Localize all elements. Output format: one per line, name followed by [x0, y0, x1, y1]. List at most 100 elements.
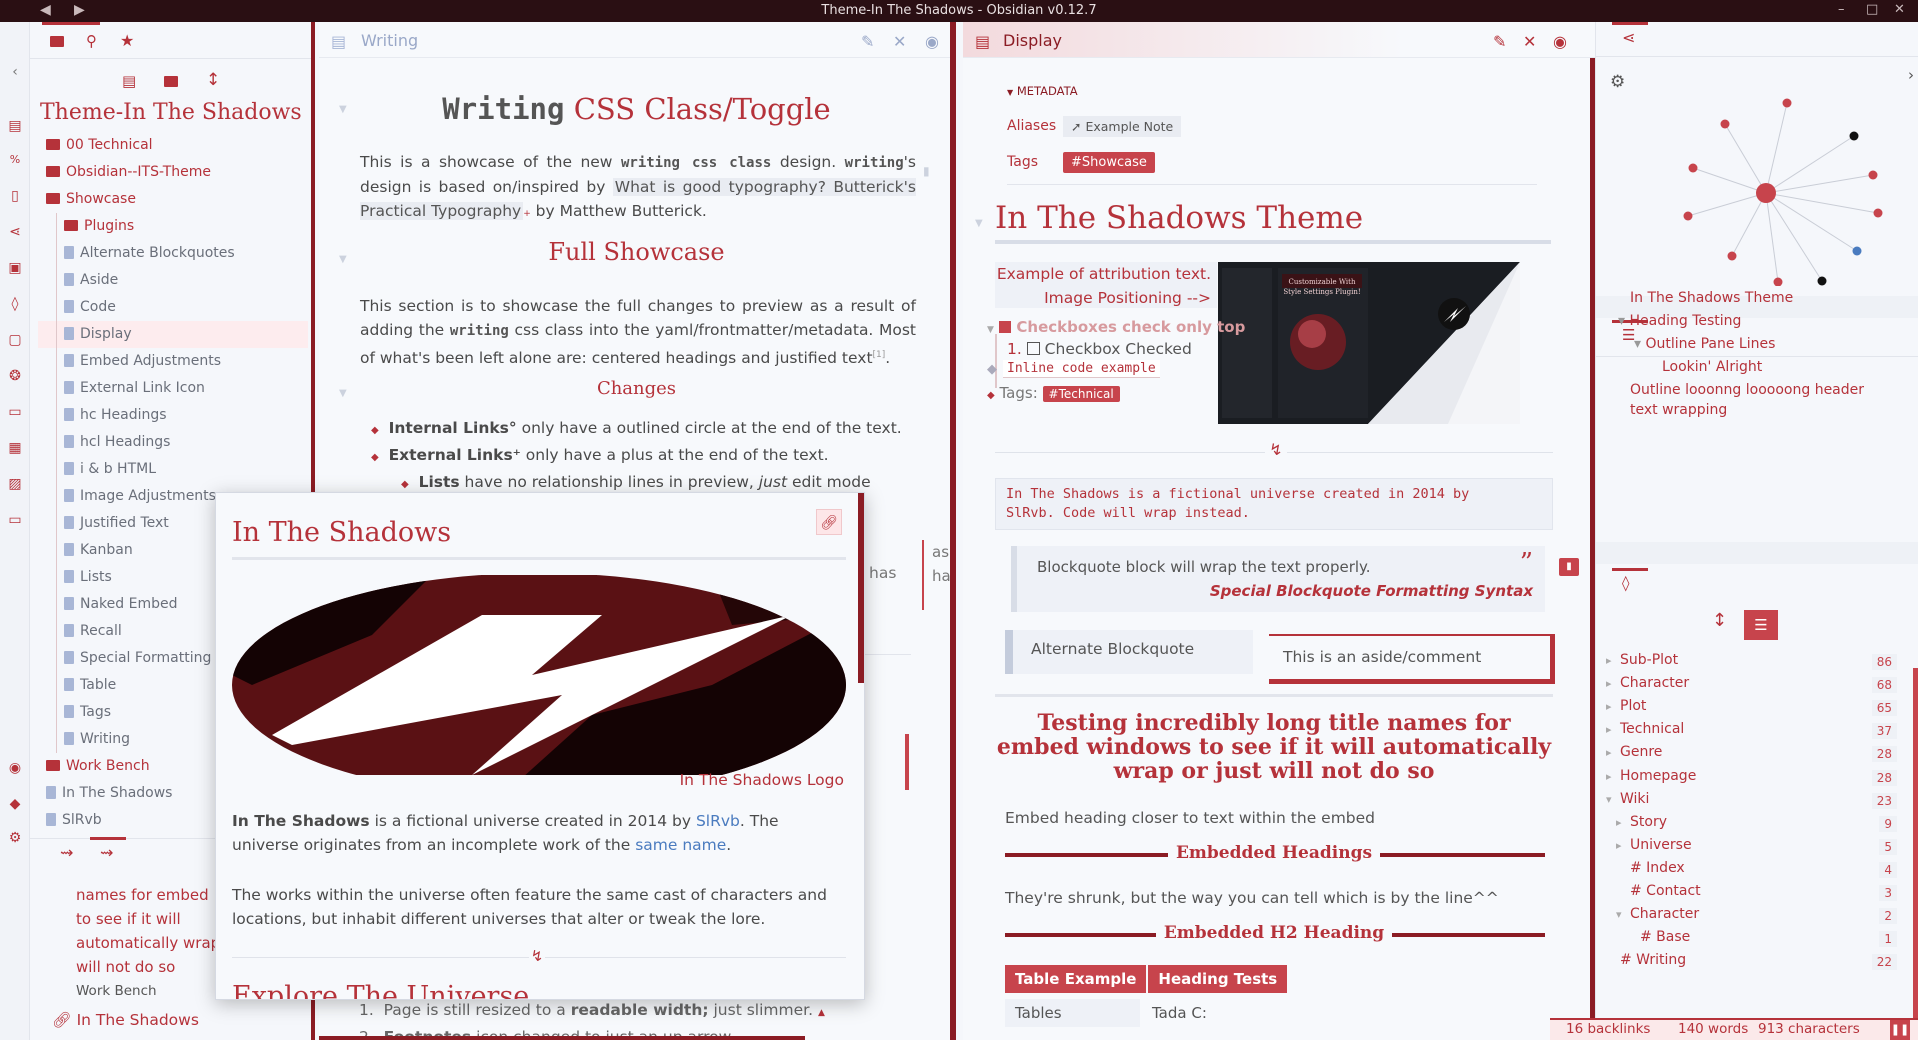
archive-icon[interactable]: ▭ [7, 512, 23, 528]
table-cell: Tada C: [1152, 1004, 1207, 1022]
new-folder-icon[interactable] [164, 76, 178, 87]
outline-item[interactable]: ▾ Outline Pane Lines [1634, 334, 1896, 354]
bullet: ◆ [987, 362, 997, 377]
layout-icon[interactable]: ▤ [7, 118, 23, 134]
tag-icon[interactable]: ◊ [7, 296, 23, 312]
tree-item[interactable]: Embed Adjustments [38, 348, 308, 375]
sort-icon[interactable]: ↕ [206, 70, 220, 90]
outline-item[interactable]: In The Shadows Theme [1630, 288, 1880, 308]
search-icon[interactable]: ⚲ [86, 32, 97, 50]
settings-icon[interactable]: ⚙ [7, 830, 23, 846]
showcase-tag[interactable]: #Showcase [1063, 152, 1155, 173]
close-icon[interactable]: ✕ [893, 32, 906, 51]
same-name-link[interactable]: same name [635, 836, 726, 854]
tag-row[interactable]: # Writing 22 [1606, 952, 1901, 974]
open-link-icon[interactable]: 🔗︎ [816, 509, 842, 535]
sort-icon[interactable]: ↕ [1712, 610, 1727, 631]
outline-item[interactable]: ▾ Heading Testing [1618, 311, 1880, 331]
fold-icon[interactable]: ▼ [339, 388, 347, 399]
tag-pane-tab-icon[interactable]: ◊ [1622, 574, 1629, 592]
tree-item[interactable]: Code [38, 294, 308, 321]
tree-view-toggle[interactable]: ☰ [1744, 610, 1778, 640]
vault-name: Theme-In The Shadows [40, 100, 302, 125]
tag-row[interactable]: ▸ Technical 37 [1606, 721, 1901, 743]
tree-item-label: Lists [80, 569, 112, 585]
checkbox-item[interactable]: 1. Checkbox Checked [1007, 340, 1192, 358]
window-title: Theme-In The Shadows - Obsidian v0.12.7 [821, 3, 1097, 18]
close-icon[interactable]: ✕ [1523, 32, 1536, 51]
tree-item[interactable]: hcl Headings [38, 429, 308, 456]
tag-row[interactable]: ▸ Genre 28 [1606, 744, 1901, 766]
percent-icon[interactable]: % [7, 152, 23, 168]
help-icon[interactable]: ◆ [7, 796, 23, 812]
vault-icon[interactable]: ◉ [7, 760, 23, 776]
tag-row[interactable]: ▸ Plot 65 [1606, 698, 1901, 720]
graph-settings-icon[interactable]: ⚙ [1610, 72, 1625, 92]
tag-count: 2 [1879, 908, 1897, 925]
tree-item[interactable]: i & b HTML [38, 456, 308, 483]
close-window-icon[interactable]: ✕ [1894, 2, 1905, 17]
pause-icon[interactable]: ❚❚ [1890, 1020, 1910, 1040]
more-icon[interactable]: ◉ [925, 32, 939, 51]
calendar-icon[interactable]: ▣ [7, 260, 23, 276]
tree-item[interactable]: Display [38, 321, 308, 348]
backlink-tab-icon[interactable]: ⇝ [60, 843, 73, 862]
tag-row[interactable]: ▸ Story 9 [1606, 814, 1901, 836]
tag-row[interactable]: ▸ Character 68 [1606, 675, 1901, 697]
tag-row[interactable]: # Contact 3 [1606, 883, 1901, 905]
comment-icon[interactable]: ▮ [923, 164, 930, 178]
outline-item[interactable]: Lookin' Alright [1662, 357, 1912, 377]
backlinks-count[interactable]: 16 backlinks [1566, 1021, 1650, 1037]
tree-item[interactable]: Alternate Blockquotes [38, 240, 308, 267]
new-note-icon[interactable]: ▤ [122, 72, 136, 90]
maximize-icon[interactable]: □ [1866, 2, 1878, 17]
more-icon[interactable]: ◉ [1553, 32, 1567, 51]
inbox-icon[interactable]: ▭ [7, 404, 23, 420]
graph-icon[interactable]: ⋖ [7, 224, 23, 240]
tag-row[interactable]: # Base 1 [1606, 929, 1901, 951]
outline-item[interactable]: Outline looonng looooong header text wra… [1630, 380, 1880, 420]
collapse-left-icon[interactable]: ‹ [7, 64, 23, 80]
tag-row[interactable]: ▾ Character 2 [1606, 906, 1901, 928]
note-icon[interactable]: ▯ [7, 188, 23, 204]
image-caption: In The Shadows Logo [679, 771, 844, 789]
grid-icon[interactable]: ▦ [7, 440, 23, 456]
edit-icon[interactable]: ✎ [1493, 32, 1506, 51]
files-tab-icon[interactable] [50, 36, 64, 47]
bottom-link[interactable]: 🔗︎ In The Shadows [52, 1011, 199, 1029]
tag-row[interactable]: ▾ Wiki 23 [1606, 791, 1901, 813]
tag-row[interactable]: ▸ Universe 5 [1606, 837, 1901, 859]
graph-view-tab-icon[interactable]: ⋖ [1622, 28, 1635, 47]
collapse-right-icon[interactable]: › [1908, 66, 1914, 84]
plugin-icon[interactable]: ❂ [7, 368, 23, 384]
tree-item[interactable]: hc Headings [38, 402, 308, 429]
inline-code: Inline code example [1003, 360, 1160, 378]
edit-icon[interactable]: ✎ [861, 32, 874, 51]
tag-row[interactable]: ▸ Sub-Plot 86 [1606, 652, 1901, 674]
lightning-divider-icon: ↯ [1265, 440, 1287, 459]
ribbon: ‹ ▤ % ▯ ⋖ ▣ ◊ ▢ ❂ ▭ ▦ ▨ ▭ ◉ ◆ ⚙ [0, 22, 30, 1040]
tree-item[interactable]: Aside [38, 267, 308, 294]
tag-row[interactable]: # Index 4 [1606, 860, 1901, 882]
tag-row[interactable]: ▸ Homepage 28 [1606, 768, 1901, 790]
tree-item[interactable]: 00 Technical [38, 132, 308, 159]
comment-icon[interactable]: ▮ [1559, 558, 1579, 576]
outgoing-link-tab-icon[interactable]: ⇝ [100, 843, 113, 862]
fold-icon[interactable]: ▼ [339, 104, 347, 115]
slides-icon[interactable]: ▨ [7, 476, 23, 492]
folder-icon [46, 760, 60, 771]
terminal-icon[interactable]: ▢ [7, 332, 23, 348]
fold-icon[interactable]: ▼ [975, 218, 983, 229]
star-icon[interactable]: ★ [120, 31, 134, 50]
tree-item[interactable]: Plugins [38, 213, 308, 240]
slrvb-link[interactable]: SlRvb [696, 812, 740, 830]
alias-chip[interactable]: ➚ Example Note [1063, 116, 1182, 137]
tree-item[interactable]: Obsidian--ITS-Theme [38, 159, 308, 186]
minimize-icon[interactable]: – [1838, 2, 1845, 17]
technical-tag[interactable]: #Technical [1042, 386, 1120, 402]
tree-item[interactable]: Showcase [38, 186, 308, 213]
bottom-line: automatically wrap [76, 934, 221, 952]
aliases-label: Aliases [1007, 118, 1057, 134]
fold-icon[interactable]: ▼ [339, 254, 347, 265]
tree-item[interactable]: External Link Icon [38, 375, 308, 402]
